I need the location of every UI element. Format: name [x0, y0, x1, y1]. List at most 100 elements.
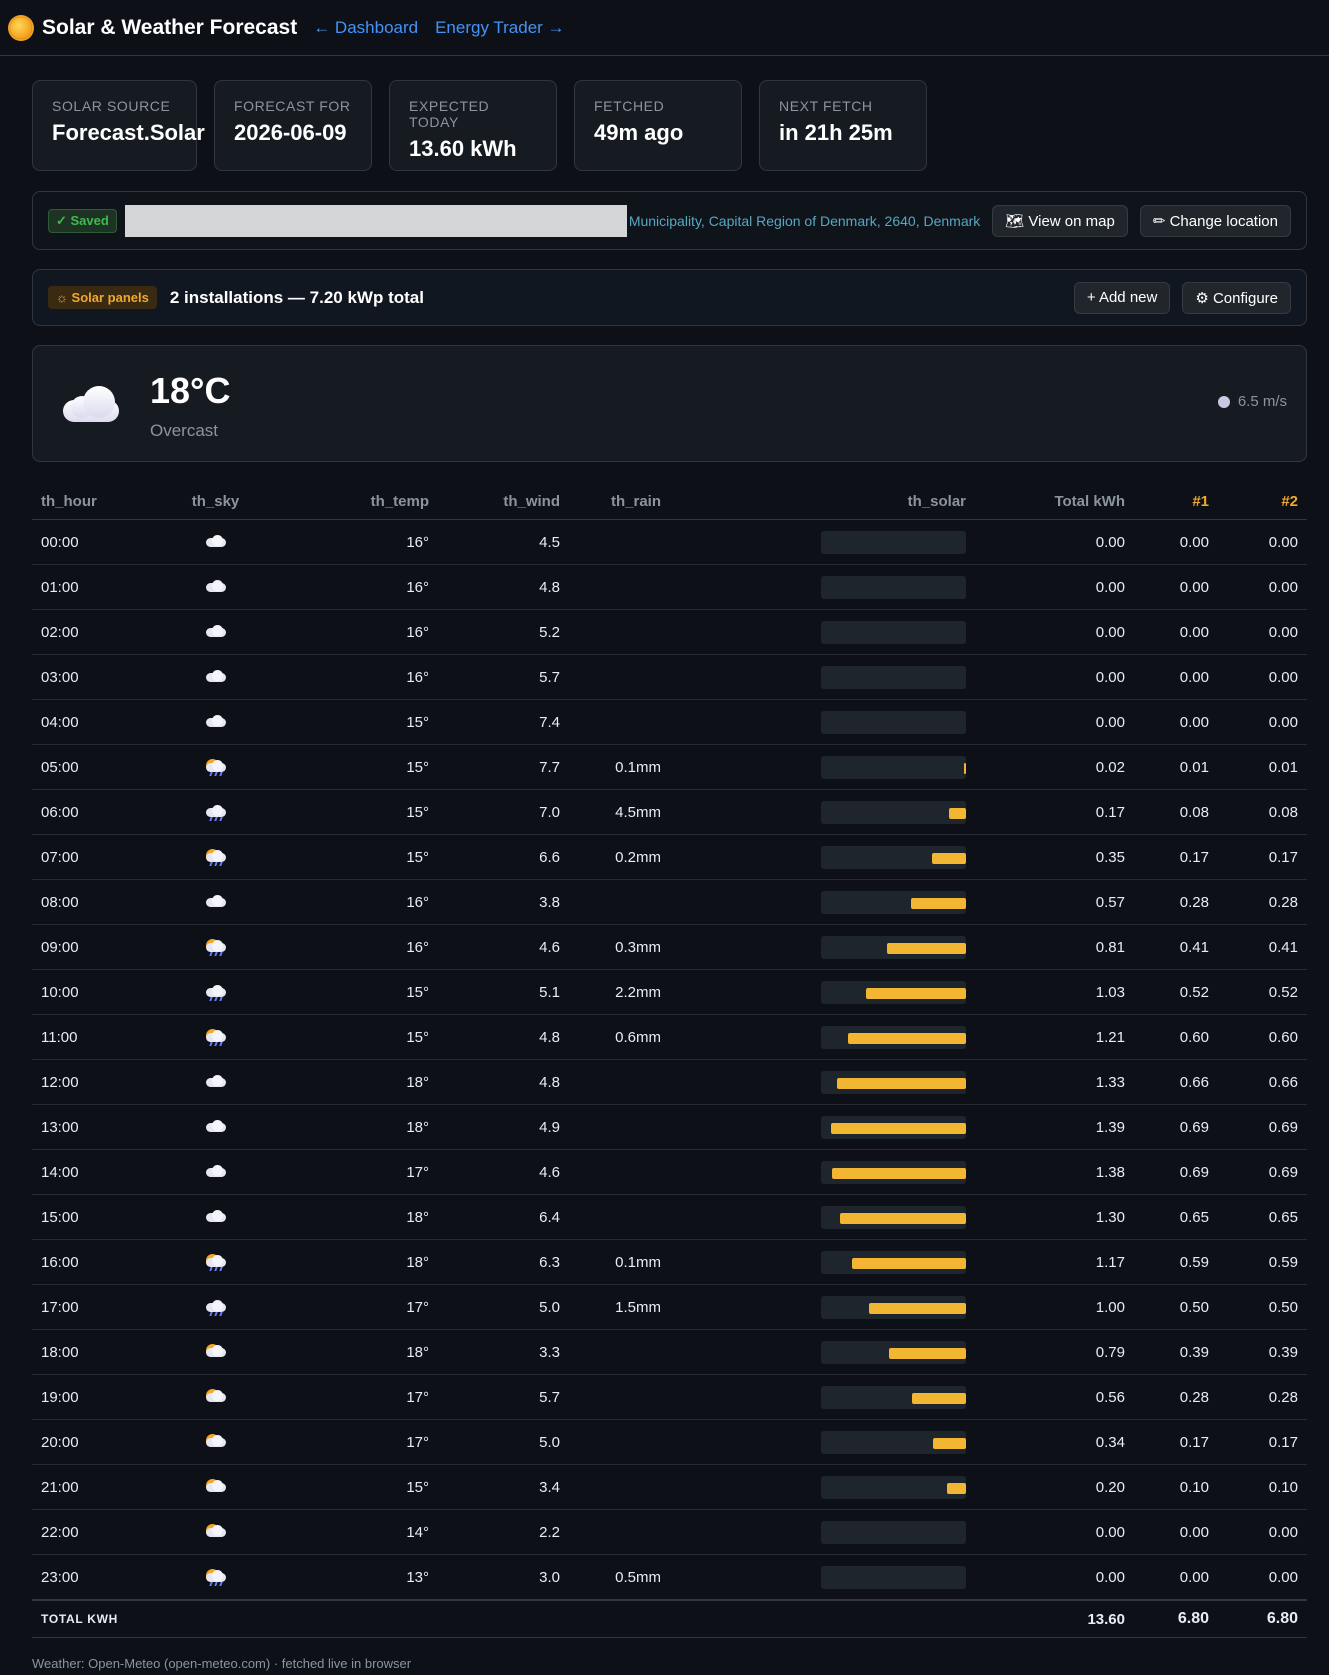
cell-hour: 01:00 [32, 564, 149, 610]
table-row: 18:00 18° 3.3 0.79 0.39 0.39 [32, 1329, 1307, 1375]
cell-sky [149, 1554, 282, 1601]
address-redacted-box [124, 204, 627, 237]
cell-hour: 13:00 [32, 1104, 149, 1150]
solar-bar-track [821, 800, 966, 824]
cell-wind: 2.2 [438, 1509, 569, 1555]
cell-rain [569, 1509, 681, 1555]
cell-panel2-kwh: 0.08 [1218, 789, 1307, 835]
solar-panels-bar: ☼ Solar panels 2 installations — 7.20 kW… [32, 269, 1307, 326]
cell-solar [681, 879, 975, 925]
solar-bar-track [821, 890, 966, 914]
col-panel1-header: #1 [1134, 484, 1218, 520]
cell-sky [149, 1329, 282, 1375]
stat-value: 49m ago [594, 120, 684, 145]
cell-panel1-kwh: 0.65 [1134, 1194, 1218, 1240]
cell-total-kwh: 0.00 [975, 699, 1134, 745]
cell-rain [569, 564, 681, 610]
cell-sky [149, 1464, 282, 1510]
cell-rain: 0.1mm [569, 744, 681, 790]
cell-solar [681, 1284, 975, 1330]
cell-panel1-kwh: 0.28 [1134, 1374, 1218, 1420]
solar-bar [848, 1032, 966, 1044]
cell-temp: 15° [282, 789, 438, 835]
rain-icon [205, 1298, 227, 1317]
cloud-icon [205, 668, 227, 686]
cell-temp: 17° [282, 1149, 438, 1195]
solar-bar [932, 852, 966, 864]
col-hour-header: th_hour [32, 484, 149, 520]
cell-panel1-kwh: 0.00 [1134, 609, 1218, 655]
cell-total-kwh: 0.00 [975, 564, 1134, 610]
table-row: 16:00 18° 6.3 0.1mm 1.17 0.59 0.59 [32, 1239, 1307, 1285]
cell-temp: 15° [282, 699, 438, 745]
sun-cloud-icon [205, 1478, 227, 1496]
cell-wind: 4.6 [438, 924, 569, 970]
cell-hour: 06:00 [32, 789, 149, 835]
cell-wind: 3.8 [438, 879, 569, 925]
solar-bar [840, 1212, 966, 1224]
cell-wind: 5.7 [438, 654, 569, 700]
cell-sky [149, 789, 282, 835]
cell-panel2-kwh: 0.00 [1218, 654, 1307, 700]
table-row: 15:00 18° 6.4 1.30 0.65 0.65 [32, 1194, 1307, 1240]
cell-panel2-kwh: 0.17 [1218, 834, 1307, 880]
cell-panel2-kwh: 0.01 [1218, 744, 1307, 790]
overcast-cloud-icon [63, 386, 119, 422]
configure-button[interactable]: ⚙ Configure [1182, 281, 1291, 314]
solar-bar [832, 1167, 966, 1179]
solar-bar-track [821, 935, 966, 959]
table-row: 09:00 16° 4.6 0.3mm 0.81 0.41 0.41 [32, 924, 1307, 970]
cell-sky [149, 654, 282, 700]
cell-wind: 4.6 [438, 1149, 569, 1195]
solar-bar [911, 897, 966, 909]
cell-hour: 03:00 [32, 654, 149, 700]
solar-bar-track [821, 1115, 966, 1139]
sun-cloud-icon [205, 1523, 227, 1541]
cell-panel2-kwh: 0.65 [1218, 1194, 1307, 1240]
table-row: 10:00 15° 5.1 2.2mm 1.03 0.52 0.52 [32, 969, 1307, 1015]
solar-bar [964, 762, 966, 774]
cell-rain: 4.5mm [569, 789, 681, 835]
cloud-icon [205, 893, 227, 911]
sun-rain-icon [205, 758, 227, 777]
cell-sky [149, 1374, 282, 1420]
address-text: Municipality, Capital Region of Denmark,… [628, 212, 981, 229]
cell-panel2-kwh: 0.17 [1218, 1419, 1307, 1465]
table-row: 19:00 17° 5.7 0.56 0.28 0.28 [32, 1374, 1307, 1420]
solar-bar-track [821, 1520, 966, 1544]
stat-label: Expected today [409, 98, 490, 130]
cell-temp: 13° [282, 1554, 438, 1601]
stat-label: Solar source [52, 98, 171, 114]
solar-bar [866, 987, 966, 999]
solar-bar-track [821, 620, 966, 644]
cell-solar [681, 1329, 975, 1375]
energy-trader-link[interactable]: Energy Trader → [435, 18, 564, 38]
cloud-icon [205, 1118, 227, 1136]
dashboard-link[interactable]: ← Dashboard [313, 18, 418, 38]
cell-hour: 02:00 [32, 609, 149, 655]
cell-panel1-kwh: 0.52 [1134, 969, 1218, 1015]
cell-solar [681, 654, 975, 700]
table-row: 21:00 15° 3.4 0.20 0.10 0.10 [32, 1464, 1307, 1510]
stat-label: Next fetch [779, 98, 873, 114]
view-on-map-button[interactable]: 🗺 View on map [992, 204, 1128, 237]
cell-sky [149, 1104, 282, 1150]
add-new-button[interactable]: + Add new [1073, 281, 1171, 314]
cell-hour: 12:00 [32, 1059, 149, 1105]
cell-total-kwh: 1.38 [975, 1149, 1134, 1195]
cell-panel2-kwh: 0.66 [1218, 1059, 1307, 1105]
cell-panel1-kwh: 0.41 [1134, 924, 1218, 970]
solar-bar-track [821, 1250, 966, 1274]
cell-rain: 0.3mm [569, 924, 681, 970]
solar-bar-track [821, 1475, 966, 1499]
current-wind: 6.5 m/s [1217, 393, 1287, 410]
solar-bar [869, 1302, 966, 1314]
totals-row: TOTAL KWH 13.60 6.80 6.80 [32, 1599, 1307, 1638]
stat-label: Forecast for [234, 98, 351, 114]
change-location-button[interactable]: ✏ Change location [1139, 204, 1291, 237]
solar-bar-track [821, 1205, 966, 1229]
solar-bar-track [821, 980, 966, 1004]
table-row: 11:00 15° 4.8 0.6mm 1.21 0.60 0.60 [32, 1014, 1307, 1060]
cell-panel2-kwh: 0.00 [1218, 564, 1307, 610]
cell-temp: 15° [282, 969, 438, 1015]
